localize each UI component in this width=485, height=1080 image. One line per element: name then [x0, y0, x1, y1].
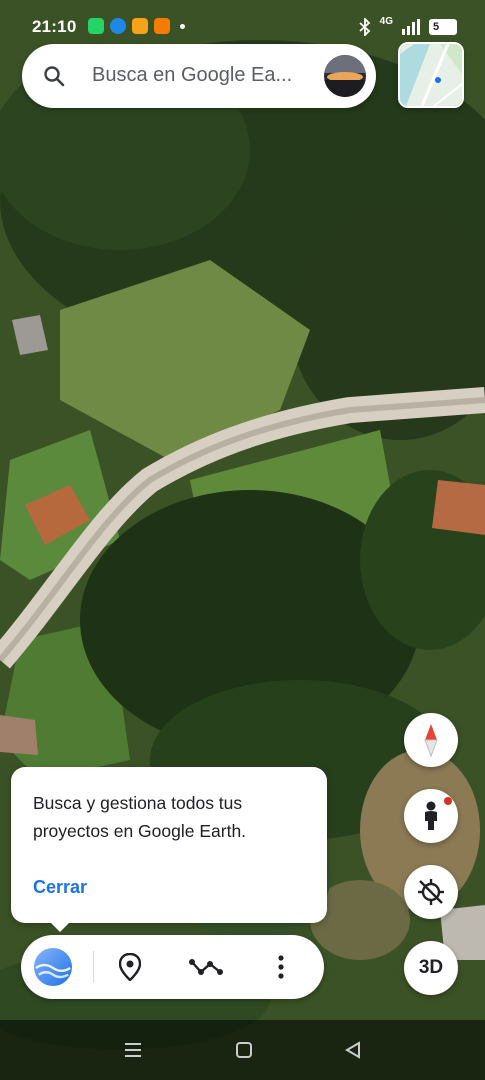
link-icon	[110, 18, 126, 34]
measure-button[interactable]	[186, 947, 226, 987]
network-type: 4G	[379, 15, 393, 27]
search-icon	[44, 66, 65, 87]
my-location-button[interactable]	[404, 865, 458, 919]
minimap[interactable]	[398, 42, 464, 108]
compass-button[interactable]	[404, 713, 458, 767]
signal-icon	[402, 19, 420, 35]
notification-icon	[154, 18, 170, 34]
tooltip-text: Busca y gestiona todos tus proyectos en …	[33, 793, 247, 841]
3d-toggle-button[interactable]: 3D	[404, 941, 458, 995]
more-icon	[278, 955, 284, 979]
search-input[interactable]: Busca en Google Ea...	[92, 64, 292, 87]
pegman-icon	[425, 801, 437, 830]
home-icon[interactable]	[234, 1040, 254, 1060]
status-app-icons	[88, 18, 185, 34]
notification-icon	[132, 18, 148, 34]
status-right: 4G 5	[359, 15, 457, 36]
close-tooltip-button[interactable]: Cerrar	[33, 877, 87, 898]
battery-indicator: 5	[429, 19, 457, 35]
more-notifications-icon	[180, 23, 185, 29]
more-options-button[interactable]	[261, 947, 301, 987]
bluetooth-icon	[359, 18, 370, 36]
whatsapp-icon	[88, 18, 104, 34]
status-time: 21:10	[32, 17, 77, 36]
back-icon[interactable]	[343, 1040, 363, 1060]
measure-icon	[189, 959, 223, 975]
search-bar[interactable]: Busca en Google Ea...	[22, 44, 376, 108]
notification-dot	[444, 797, 452, 805]
toolbar-divider	[93, 951, 94, 983]
projects-icon	[33, 947, 73, 987]
system-navigation-bar	[0, 1020, 485, 1080]
compass-icon	[424, 724, 438, 757]
bottom-toolbar	[21, 935, 324, 999]
avatar[interactable]	[324, 55, 366, 97]
projects-tooltip: Busca y gestiona todos tus proyectos en …	[11, 767, 327, 923]
tooltip-arrow	[48, 920, 72, 932]
place-button[interactable]	[110, 947, 150, 987]
street-view-button[interactable]	[404, 789, 458, 843]
location-off-icon	[418, 879, 444, 905]
place-icon	[119, 953, 141, 981]
recents-icon[interactable]	[123, 1040, 143, 1060]
projects-button[interactable]	[33, 947, 73, 987]
